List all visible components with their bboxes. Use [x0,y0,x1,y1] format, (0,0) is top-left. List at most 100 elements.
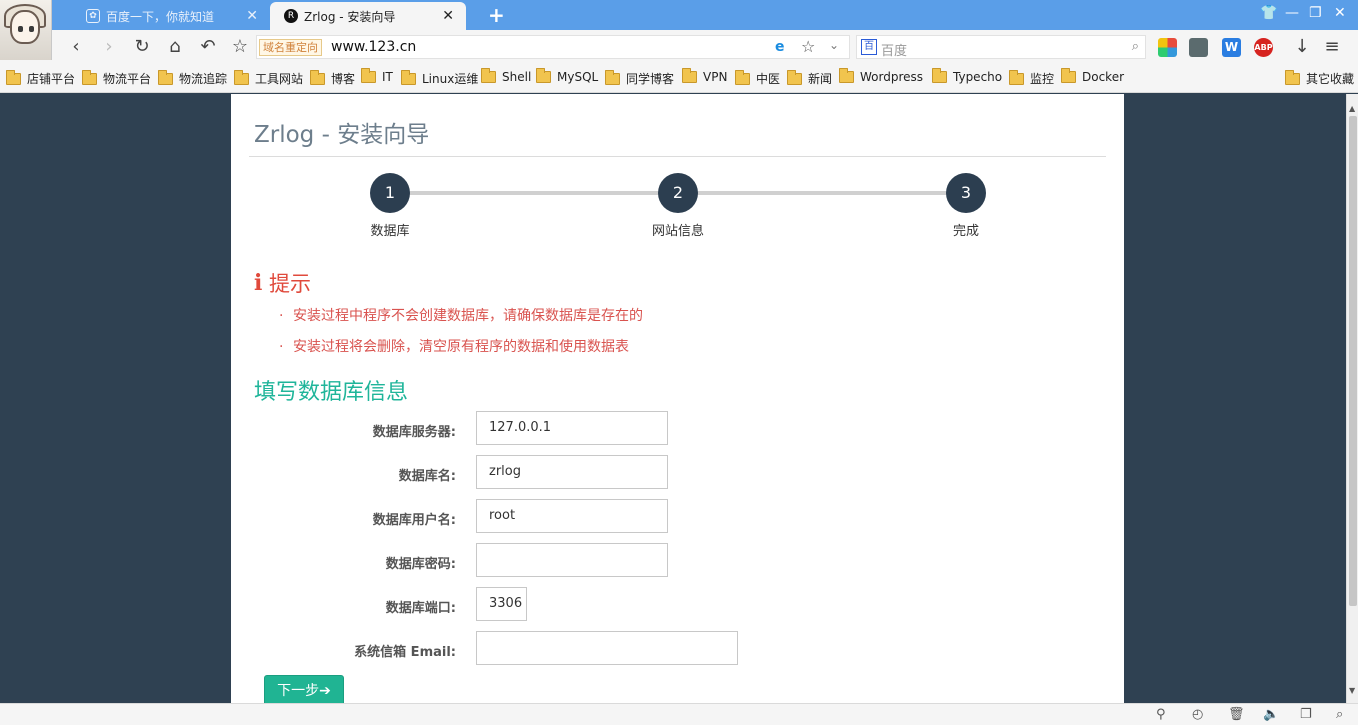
folder-icon [310,69,325,85]
next-step-button[interactable]: 下一步➔ [264,675,344,703]
folder-icon [481,68,496,83]
folder-icon [1061,68,1076,83]
folder-icon [6,69,21,85]
folder-icon [401,69,416,85]
vertical-scrollbar[interactable]: ▲ ▼ [1346,94,1358,703]
db-port-input[interactable]: 3306 [476,587,527,621]
word-icon[interactable]: W [1222,38,1241,57]
pin-icon[interactable]: ⚲ [1156,707,1166,722]
bookmark-item[interactable]: MySQL [536,68,598,84]
redirect-badge[interactable]: 域名重定向 [259,39,322,56]
bookmark-item[interactable]: Wordpress [839,68,923,84]
bookmark-item[interactable]: 新闻 [787,69,832,87]
info-icon: i [254,270,263,296]
window-icon[interactable]: ❐ [1300,707,1312,722]
page-viewport: Zrlog - 安装向导 1 2 3 数据库 网站信息 完成 i 提示 · 安装过… [0,94,1346,703]
bookmark-item[interactable]: 博客 [310,69,355,87]
step-1-label: 数据库 [370,224,410,239]
db-user-input[interactable]: root [476,499,668,533]
bookmark-item[interactable]: 工具网站 [234,69,303,87]
home-icon[interactable]: ⌂ [164,36,186,57]
favorite-star-icon[interactable]: ☆ [801,37,815,56]
tip-item: · 安装过程中程序不会创建数据库，请确保数据库是存在的 [279,308,643,324]
bookmark-item[interactable]: Linux运维 [401,69,478,87]
folder-icon [1285,69,1300,85]
db-host-input[interactable]: 127.0.0.1 [476,411,668,445]
email-input[interactable] [476,631,738,665]
skin-icon[interactable]: 👕 [1260,5,1277,21]
baidu-icon[interactable]: 百 [861,39,877,55]
speed-icon[interactable]: ◴ [1192,707,1203,722]
tab-zrlog[interactable]: R Zrlog - 安装向导 ✕ [270,2,466,30]
bookmark-item[interactable]: Docker [1061,68,1124,84]
folder-icon [932,68,947,83]
bookmark-star-icon[interactable]: ☆ [229,36,251,57]
folder-icon [605,69,620,85]
db-port-label: 数据库端口: [385,601,456,616]
minimize-button[interactable]: — [1285,5,1299,21]
reload-icon[interactable]: ↻ [131,36,153,57]
menu-icon[interactable]: ≡ [1321,36,1343,57]
chevron-down-icon[interactable]: ⌄ [829,38,839,52]
close-tab-icon[interactable]: ✕ [246,8,258,24]
user-avatar[interactable] [0,0,52,60]
bookmark-item[interactable]: IT [361,68,393,84]
url-text[interactable]: www.123.cn [331,39,416,55]
apps-grid-icon[interactable] [1158,38,1177,57]
folder-icon [536,68,551,83]
tip-title: 提示 [269,272,311,296]
search-input[interactable]: 百 百度 ⌕ [856,35,1146,59]
step-3-label: 完成 [952,224,979,239]
bookmark-item[interactable]: 物流追踪 [158,69,227,87]
close-window-button[interactable]: ✕ [1334,5,1346,21]
ie-mode-icon[interactable]: e [775,39,791,55]
forward-icon[interactable]: › [98,36,120,57]
step-2-label: 网站信息 [651,224,704,239]
sound-icon[interactable]: 🔈 [1263,707,1279,722]
close-tab-icon[interactable]: ✕ [442,8,454,24]
folder-icon [682,68,697,83]
tab-bar: ✿ 百度一下，你就知道 ✕ R Zrlog - 安装向导 ✕ + 👕 — ❐ ✕ [0,0,1358,30]
bookmark-item[interactable]: 同学博客 [605,69,674,87]
scrollbar-thumb[interactable] [1349,116,1357,606]
search-placeholder: 百度 [881,44,908,59]
undo-close-icon[interactable]: ↶ [197,36,219,57]
address-toolbar: ‹ › ↻ ⌂ ↶ ☆ 域名重定向 www.123.cn e ☆ ⌄ 百 百度 … [0,30,1358,64]
bookmark-item[interactable]: 监控 [1009,69,1054,87]
zrlog-favicon: R [284,9,298,23]
bullet-icon: · [279,339,284,355]
page-title: Zrlog - 安装向导 [254,122,430,148]
search-icon[interactable]: ⌕ [1132,39,1139,54]
bookmark-item[interactable]: Typecho [932,68,1002,84]
db-password-label: 数据库密码: [385,557,456,572]
step-2-circle: 2 [658,173,698,213]
db-name-input[interactable]: zrlog [476,455,668,489]
scroll-down-icon[interactable]: ▼ [1349,686,1355,695]
url-input[interactable]: 域名重定向 www.123.cn e ☆ ⌄ [256,35,850,59]
bookmarks-bar: 店铺平台 物流平台 物流追踪 工具网站 博客 IT Linux运维 Shell … [0,64,1358,93]
trash-icon[interactable]: 🗑 [1228,707,1245,722]
db-password-input[interactable] [476,543,668,577]
step-1-circle: 1 [370,173,410,213]
step-3-circle: 3 [946,173,986,213]
new-tab-button[interactable]: + [488,3,505,27]
bookmark-item[interactable]: Shell [481,68,531,84]
bookmark-other[interactable]: 其它收藏 [1285,69,1354,87]
restore-button[interactable]: ❐ [1309,5,1322,21]
download-icon[interactable]: ↓ [1291,36,1313,57]
back-icon[interactable]: ‹ [65,36,87,57]
folder-icon [787,69,802,85]
bookmark-item[interactable]: VPN [682,68,727,84]
db-host-label: 数据库服务器: [372,425,456,440]
folder-icon [1009,69,1024,85]
extension-avatar-icon[interactable] [1189,38,1208,57]
bookmark-item[interactable]: 中医 [735,69,780,87]
bookmark-item[interactable]: 物流平台 [82,69,151,87]
bullet-icon: · [279,308,284,324]
zoom-icon[interactable]: ⌕ [1336,707,1343,722]
section-title: 填写数据库信息 [254,380,409,405]
bookmark-item[interactable]: 店铺平台 [6,69,75,87]
tab-baidu[interactable]: ✿ 百度一下，你就知道 ✕ [72,2,270,30]
scroll-up-icon[interactable]: ▲ [1349,104,1355,113]
adblock-icon[interactable]: ABP [1254,38,1273,57]
